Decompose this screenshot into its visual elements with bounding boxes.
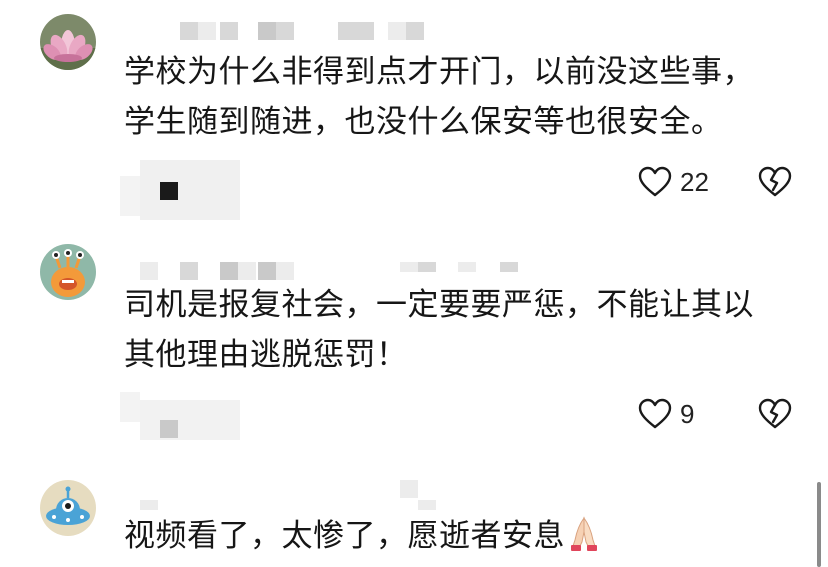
comment-text-line-2: 学生随到随进，也没什么保安等也很安全。: [124, 104, 723, 140]
comment-text-line-1: 视频看了，太惨了，愿逝者安息: [124, 512, 603, 560]
avatar-lotus-icon[interactable]: [40, 14, 96, 70]
avatar-monster-icon[interactable]: [40, 244, 96, 300]
username-blurred[interactable]: [124, 480, 444, 510]
heart-outline-icon: [638, 398, 672, 429]
dislike-button[interactable]: [758, 398, 792, 434]
dislike-button[interactable]: [758, 166, 792, 202]
scrollbar-thumb[interactable]: [817, 482, 821, 567]
comment-text-line-1: 司机是报复社会，一定要要严惩，不能让其以: [124, 287, 754, 323]
heart-outline-icon: [638, 166, 672, 197]
broken-heart-icon: [758, 398, 792, 429]
broken-heart-icon: [758, 166, 792, 197]
like-count: 9: [680, 398, 695, 429]
avatar-alien-icon[interactable]: [40, 480, 96, 536]
like-count: 22: [680, 166, 709, 197]
like-button[interactable]: 9: [638, 398, 694, 430]
comment-text-line-2: 其他理由逃脱惩罚！: [124, 337, 408, 373]
comment-text-line-1: 学校为什么非得到点才开门，以前没这些事，: [124, 54, 754, 90]
comment-text: 视频看了，太惨了，愿逝者安息: [124, 518, 565, 554]
like-button[interactable]: 22: [638, 166, 709, 198]
username-blurred[interactable]: [124, 22, 444, 44]
comment-meta-blurred[interactable]: [120, 392, 242, 442]
comment-meta-blurred[interactable]: [120, 160, 242, 222]
praying-hands-emoji-icon: [565, 512, 603, 552]
